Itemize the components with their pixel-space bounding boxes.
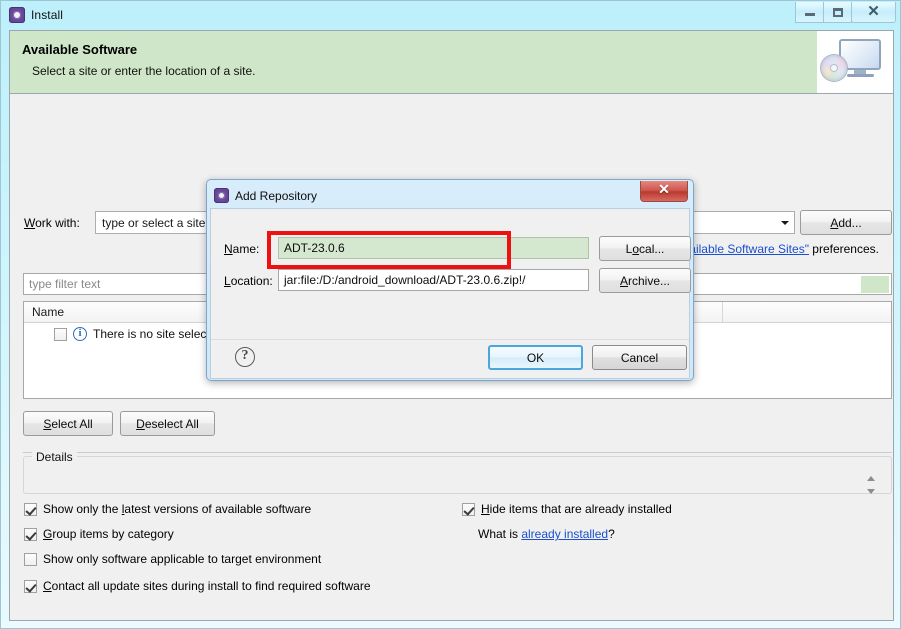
option-label: Show only software applicable to target … bbox=[43, 552, 322, 566]
what-is-already-installed: What is already installed? bbox=[478, 527, 615, 541]
checkbox[interactable] bbox=[462, 502, 475, 516]
what-is-prefix: What is bbox=[478, 527, 522, 541]
details-separator bbox=[23, 452, 892, 453]
dialog-cancel-button[interactable]: Cancel bbox=[592, 345, 687, 370]
window-title: Install bbox=[31, 8, 64, 22]
archive-button[interactable]: Archive... bbox=[599, 268, 691, 293]
page-subtitle: Select a site or enter the location of a… bbox=[32, 64, 256, 78]
checkbox[interactable] bbox=[24, 579, 37, 593]
option-group-by-category[interactable]: Group items by category bbox=[24, 527, 174, 541]
scroll-down-icon[interactable] bbox=[866, 489, 875, 494]
maximize-icon bbox=[832, 7, 843, 17]
already-installed-link[interactable]: already installed bbox=[521, 527, 608, 541]
select-all-button[interactable]: Select All bbox=[23, 411, 113, 436]
info-icon: i bbox=[73, 327, 87, 341]
close-button[interactable]: ✕ bbox=[851, 2, 896, 23]
location-label: Location: bbox=[224, 274, 273, 288]
filter-green-indicator bbox=[861, 276, 889, 293]
install-wizard-window: Install ✕ Available Software Select a si… bbox=[0, 0, 901, 629]
monitor-base bbox=[847, 74, 874, 77]
page-header: Available Software Select a site or ente… bbox=[10, 31, 893, 94]
monitor-with-cd-icon bbox=[816, 31, 893, 93]
cd-icon bbox=[821, 55, 847, 81]
option-contact-all-update-sites[interactable]: Contact all update sites during install … bbox=[24, 579, 371, 593]
details-label: Details bbox=[32, 450, 77, 464]
dialog-body: Name: ADT-23.0.6 Location: jar:file:/D:/… bbox=[210, 208, 691, 379]
details-scrollbar[interactable] bbox=[865, 476, 876, 494]
scroll-up-icon[interactable] bbox=[866, 476, 875, 481]
checkbox[interactable] bbox=[24, 502, 37, 516]
name-label: Name: bbox=[224, 242, 260, 256]
maximize-button[interactable] bbox=[823, 2, 852, 23]
minimize-icon bbox=[804, 13, 815, 16]
ok-button[interactable]: OK bbox=[488, 345, 583, 370]
dialog-help-button[interactable]: ? bbox=[235, 347, 255, 367]
filter-placeholder: type filter text bbox=[29, 277, 101, 291]
name-input[interactable]: ADT-23.0.6 bbox=[278, 237, 589, 259]
window-titlebar: Install ✕ bbox=[1, 1, 901, 29]
location-input[interactable]: jar:file:/D:/android_download/ADT-23.0.6… bbox=[278, 269, 589, 291]
close-icon: ✕ bbox=[658, 183, 670, 198]
dialog-titlebar: Add Repository ✕ bbox=[210, 181, 690, 208]
what-is-suffix: ? bbox=[608, 527, 615, 541]
close-icon: ✕ bbox=[867, 3, 880, 20]
option-label: Hide items that are already installed bbox=[481, 502, 672, 516]
add-button[interactable]: Add... bbox=[800, 210, 892, 235]
option-show-latest-versions[interactable]: Show only the latest versions of availab… bbox=[24, 502, 311, 516]
page-title: Available Software bbox=[22, 42, 138, 57]
tree-column-name[interactable]: Name bbox=[24, 305, 64, 319]
dialog-close-button[interactable]: ✕ bbox=[640, 181, 688, 202]
minimize-button[interactable] bbox=[795, 2, 824, 23]
eclipse-gear-icon bbox=[214, 188, 229, 203]
option-label: Group items by category bbox=[43, 527, 174, 541]
window-controls: ✕ bbox=[795, 2, 896, 23]
details-panel bbox=[23, 456, 892, 494]
dialog-title: Add Repository bbox=[235, 188, 318, 203]
option-label: Contact all update sites during install … bbox=[43, 579, 371, 593]
option-label: Show only the latest versions of availab… bbox=[43, 502, 312, 516]
find-more-suffix: preferences. bbox=[808, 242, 879, 256]
option-applicable-to-target[interactable]: Show only software applicable to target … bbox=[24, 552, 321, 566]
eclipse-gear-icon bbox=[9, 7, 25, 23]
local-button[interactable]: Local... bbox=[599, 236, 691, 261]
option-hide-already-installed[interactable]: Hide items that are already installed bbox=[462, 502, 672, 516]
chevron-down-icon[interactable] bbox=[776, 212, 794, 233]
checkbox[interactable] bbox=[24, 527, 37, 541]
dialog-separator bbox=[211, 339, 689, 340]
tree-column-divider[interactable] bbox=[722, 302, 723, 322]
work-with-label: Work with: bbox=[24, 216, 80, 230]
add-button-label-rest: dd... bbox=[838, 215, 862, 230]
checkbox[interactable] bbox=[24, 552, 37, 566]
add-repository-dialog: Add Repository ✕ Name: ADT-23.0.6 Locati… bbox=[206, 179, 694, 381]
row-checkbox[interactable] bbox=[54, 327, 67, 341]
deselect-all-button[interactable]: Deselect All bbox=[120, 411, 215, 436]
